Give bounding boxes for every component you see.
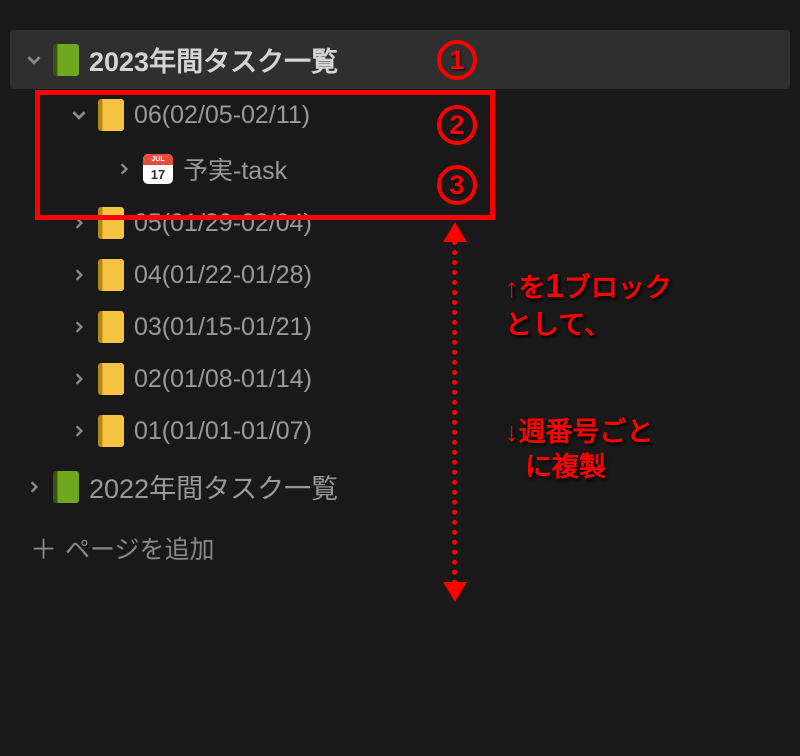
calendar-icon: JUL 17 bbox=[143, 154, 173, 184]
notebook-yellow-icon bbox=[98, 363, 124, 395]
add-page-button[interactable]: ＋ ページを追加 bbox=[10, 516, 790, 579]
week-label: 05(01/29-02/04) bbox=[134, 209, 312, 238]
week-label: 02(01/08-01/14) bbox=[134, 365, 312, 394]
chevron-down-icon[interactable] bbox=[70, 106, 88, 124]
tree-item-root-2022[interactable]: 2022年間タスク一覧 bbox=[10, 457, 790, 516]
notebook-green-icon bbox=[53, 471, 79, 503]
add-page-label: ページを追加 bbox=[65, 530, 215, 566]
annotation-arrow-down-icon bbox=[443, 582, 467, 602]
notebook-yellow-icon bbox=[98, 259, 124, 291]
week-label: 06(02/05-02/11) bbox=[134, 101, 310, 130]
annotation-arrow-up-icon bbox=[443, 222, 467, 242]
notebook-yellow-icon bbox=[98, 311, 124, 343]
notebook-yellow-icon bbox=[98, 415, 124, 447]
chevron-right-icon[interactable] bbox=[70, 266, 88, 284]
annotation-circle-1: 1 bbox=[437, 40, 477, 80]
chevron-down-icon[interactable] bbox=[25, 51, 43, 69]
chevron-right-icon[interactable] bbox=[25, 478, 43, 496]
annotation-arrow-line bbox=[452, 240, 457, 585]
chevron-right-icon[interactable] bbox=[70, 370, 88, 388]
plus-icon: ＋ bbox=[30, 528, 50, 567]
notebook-yellow-icon bbox=[98, 99, 124, 131]
annotation-text-block-2: ↓週番号ごと に複製 bbox=[505, 415, 654, 485]
week-label: 03(01/15-01/21) bbox=[134, 313, 312, 342]
tree-item-week-05[interactable]: 05(01/29-02/04) bbox=[10, 197, 790, 249]
annotation-circle-3: 3 bbox=[437, 165, 477, 205]
notebook-green-icon bbox=[53, 44, 79, 76]
tree-item-week-01[interactable]: 01(01/01-01/07) bbox=[10, 405, 790, 457]
tree-item-week-06[interactable]: 06(02/05-02/11) bbox=[10, 89, 790, 141]
tree-item-week-04[interactable]: 04(01/22-01/28) bbox=[10, 249, 790, 301]
week-label: 01(01/01-01/07) bbox=[134, 417, 312, 446]
chevron-right-icon[interactable] bbox=[70, 318, 88, 336]
prev-year-label: 2022年間タスク一覧 bbox=[89, 467, 338, 506]
chevron-right-icon[interactable] bbox=[115, 160, 133, 178]
sidebar-tree: 2023年間タスク一覧 06(02/05-02/11) JUL 17 予実-ta… bbox=[0, 0, 800, 589]
annotation-text-block-1: ↑を1ブロック として、 bbox=[505, 265, 672, 343]
week-label: 04(01/22-01/28) bbox=[134, 261, 312, 290]
tree-item-root-2023[interactable]: 2023年間タスク一覧 bbox=[10, 30, 790, 89]
chevron-right-icon[interactable] bbox=[70, 422, 88, 440]
tree-item-week-02[interactable]: 02(01/08-01/14) bbox=[10, 353, 790, 405]
tree-item-week-03[interactable]: 03(01/15-01/21) bbox=[10, 301, 790, 353]
tree-item-task[interactable]: JUL 17 予実-task bbox=[10, 141, 790, 197]
chevron-right-icon[interactable] bbox=[70, 214, 88, 232]
annotation-circle-2: 2 bbox=[437, 105, 477, 145]
notebook-yellow-icon bbox=[98, 207, 124, 239]
root-label: 2023年間タスク一覧 bbox=[89, 40, 338, 79]
task-label: 予実-task bbox=[183, 151, 287, 187]
